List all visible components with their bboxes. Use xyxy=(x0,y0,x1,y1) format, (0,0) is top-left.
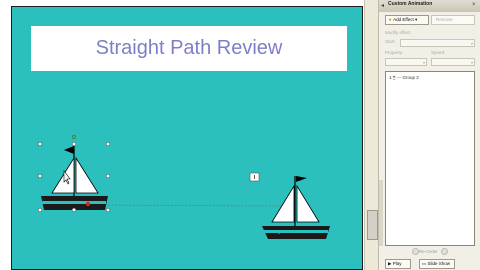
reorder-label: Re-Order xyxy=(419,249,438,254)
close-icon[interactable]: × xyxy=(472,2,476,8)
speed-label: Speed: xyxy=(431,50,446,55)
add-effect-button[interactable]: ★ Add Effect ▾ xyxy=(385,15,429,25)
sailboat-end[interactable] xyxy=(262,176,330,239)
editor-scrollbar[interactable] xyxy=(364,0,379,270)
pane-header: ◂ Custom Animation × xyxy=(379,0,480,12)
arrow-icon[interactable]: ◂ xyxy=(381,2,384,9)
remove-button[interactable]: Remove xyxy=(431,15,475,25)
start-label: Start: xyxy=(385,39,396,44)
motion-path[interactable] xyxy=(86,204,291,207)
move-up-icon[interactable] xyxy=(412,248,419,255)
animation-list[interactable]: 1 🖰 — Group 2 xyxy=(385,71,475,246)
sailboat-selected[interactable] xyxy=(41,144,108,210)
slide-editor[interactable]: Straight Path Review xyxy=(0,0,379,270)
speed-dropdown[interactable]: ▾ xyxy=(431,58,475,66)
property-dropdown[interactable]: ▾ xyxy=(385,58,427,66)
slide-graphics xyxy=(37,134,330,239)
star-icon: ★ xyxy=(388,17,393,22)
mouse-icon: 🖰 xyxy=(392,75,396,80)
play-icon: ▶ xyxy=(388,261,392,266)
modify-effect-label: Modify effect xyxy=(385,30,411,35)
start-dropdown[interactable]: ▾ xyxy=(400,39,475,47)
play-button[interactable]: ▶ Play xyxy=(385,259,411,269)
slide-show-button[interactable]: ▭ Slide Show xyxy=(419,259,455,269)
custom-animation-pane: ◂ Custom Animation × ★ Add Effect ▾ Remo… xyxy=(378,0,480,270)
property-label: Property: xyxy=(385,50,404,55)
animation-tag-icon[interactable] xyxy=(249,172,260,182)
scroll-thumb[interactable] xyxy=(367,210,378,240)
pane-title: Custom Animation xyxy=(388,1,433,7)
slideshow-icon: ▭ xyxy=(422,261,427,266)
pane-scrollbar[interactable] xyxy=(379,180,383,246)
list-item[interactable]: 1 🖰 — Group 2 xyxy=(389,75,419,80)
move-down-icon[interactable] xyxy=(441,248,448,255)
